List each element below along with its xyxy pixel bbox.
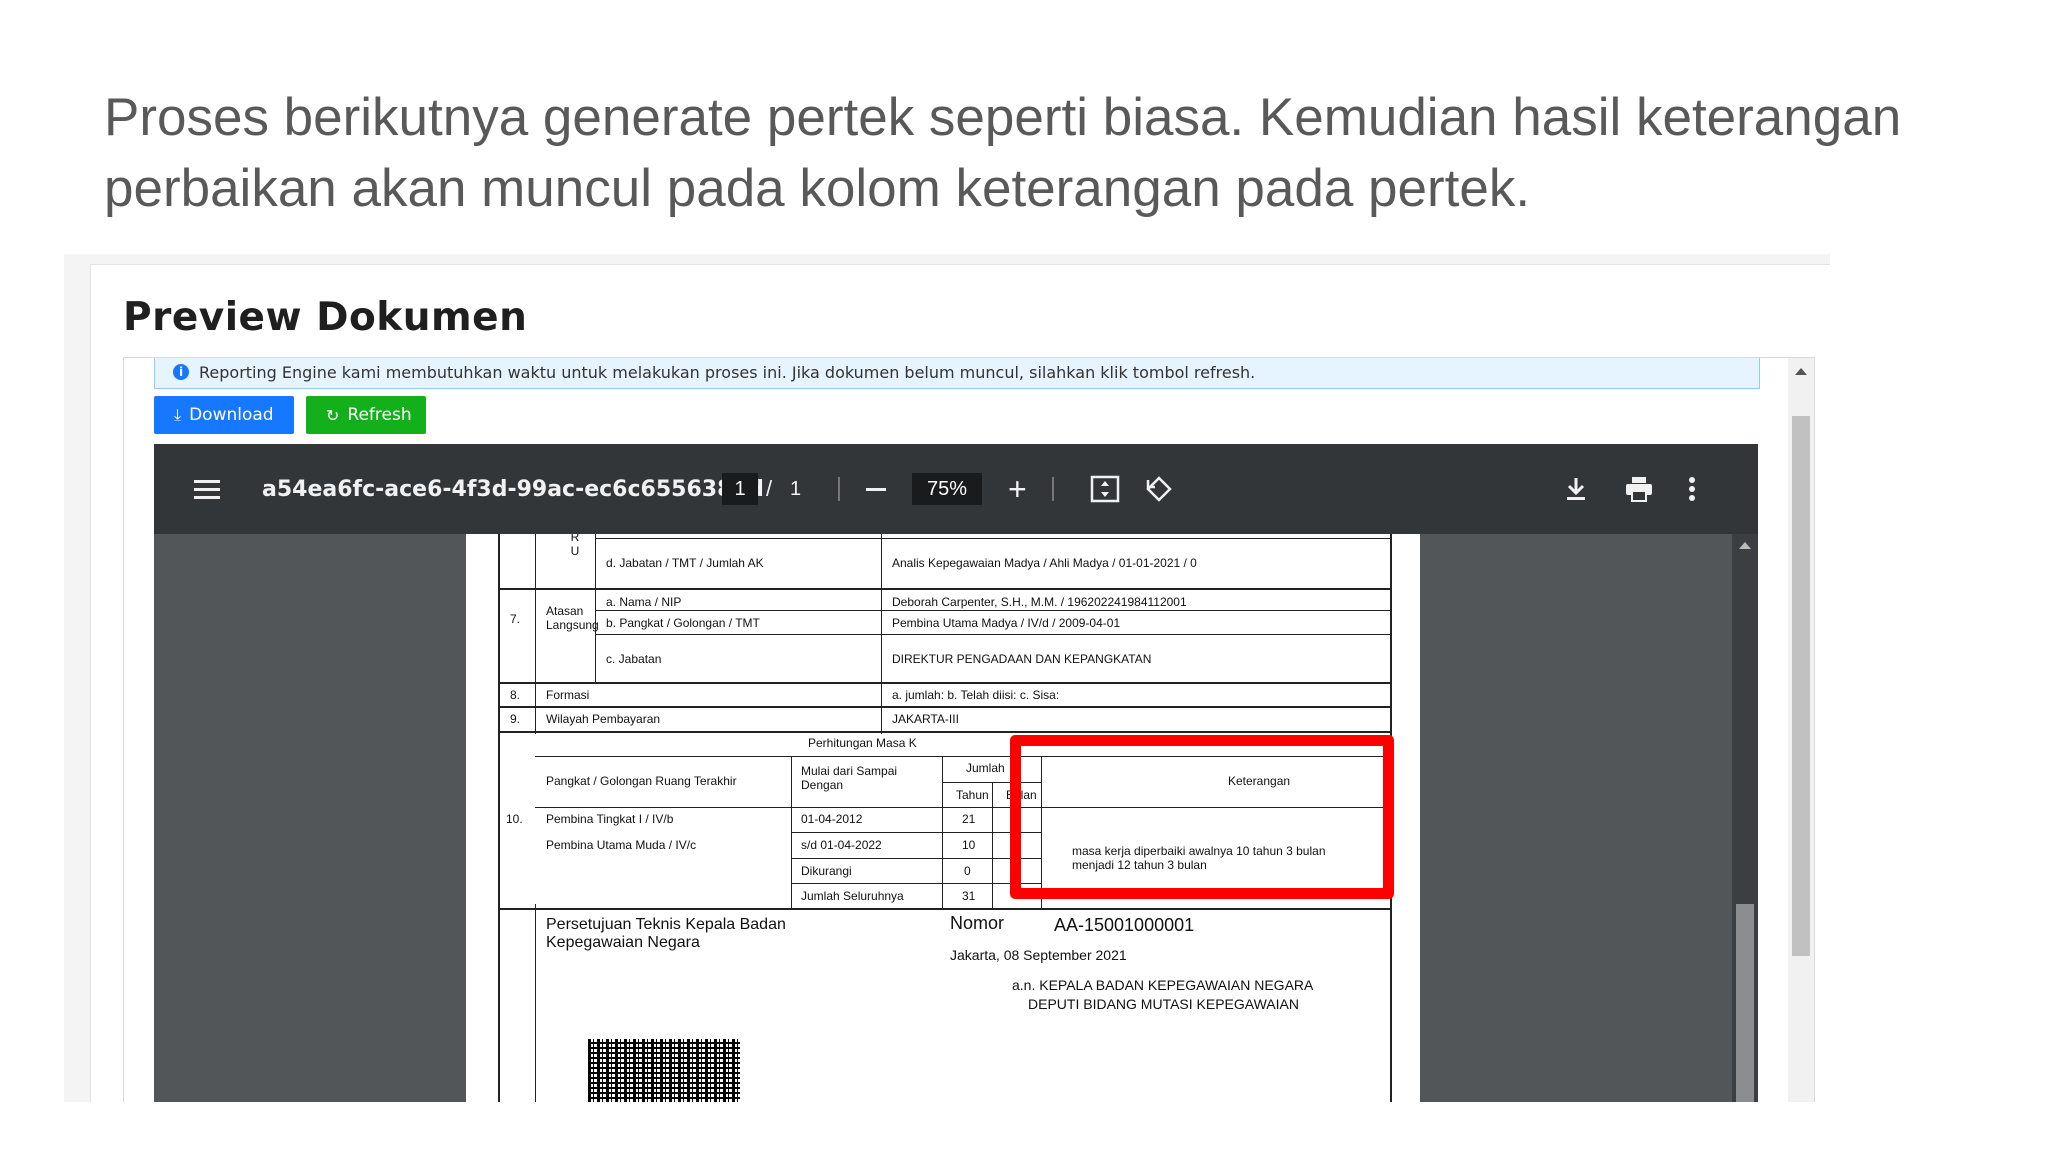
masa-row-pangkat: Pembina Tingkat I / IV/b [546,812,674,826]
plus-icon[interactable]: + [1008,444,1027,534]
masa-row-tanggal: s/d 01-04-2022 [801,838,882,852]
value-jabatan: DIREKTUR PENGADAAN DAN KEPANGKATAN [892,652,1152,666]
masa-row-tahun: 21 [962,812,976,826]
scroll-thumb[interactable] [1792,416,1810,956]
row-number: 7. [510,612,521,626]
download-icon[interactable] [1564,444,1588,534]
pdf-toolbar: a54ea6fc-ace6-4f3d-99ac-ec6c655638bd 1 /… [154,444,1758,534]
scroll-up-icon[interactable] [1795,368,1807,375]
place-date: Jakarta, 08 September 2021 [950,947,1127,963]
field-pangkat: b. Pangkat / Golongan / TMT [606,616,760,630]
highlight-annotation [1010,735,1394,899]
page-total: 1 [790,477,802,500]
approval-title: Persetujuan Teknis Kepala Badan Kepegawa… [546,916,786,951]
masa-row-tahun: 31 [962,889,976,903]
alert-text: Reporting Engine kami membutuhkan waktu … [199,362,1256,382]
signer-line-1: a.n. KEPALA BADAN KEPEGAWAIAN NEGARA [1012,977,1314,993]
document-name: a54ea6fc-ace6-4f3d-99ac-ec6c655638bd [262,476,764,502]
refresh-button[interactable]: ↻ Refresh [306,396,426,434]
masa-row-pangkat: Pembina Utama Muda / IV/c [546,838,697,852]
info-alert: i Reporting Engine kami membutuhkan wakt… [154,358,1760,389]
nomor-value: AA-15001000001 [1054,915,1195,935]
signer-line-2: DEPUTI BIDANG MUTASI KEPEGAWAIAN [1028,996,1299,1012]
slide-heading: Proses berikutnya generate pertek sepert… [104,88,1902,218]
screenshot: Preview Dokumen i Reporting Engine kami … [64,254,1830,1102]
nomor-label: Nomor [950,913,1005,933]
info-icon: i [173,364,189,380]
download-label: Download [189,405,274,425]
row-value: JAKARTA-III [892,712,959,726]
masa-row-tahun: 0 [964,864,971,878]
card-title: Preview Dokumen [123,295,528,340]
preview-card: Preview Dokumen i Reporting Engine kami … [90,264,1830,1102]
field-jabatan-tmt: d. Jabatan / TMT / Jumlah AK [606,556,764,570]
value-nama: Deborah Carpenter, S.H., M.M. / 19620224… [892,595,1187,609]
refresh-label: Refresh [347,405,412,425]
row-label: Formasi [546,688,590,702]
field-jabatan: c. Jabatan [606,652,662,666]
toolbar-divider [838,477,840,501]
pdf-viewer: a54ea6fc-ace6-4f3d-99ac-ec6c655638bd 1 /… [154,444,1758,1102]
page-separator: / [766,476,773,501]
header-pangkat: Pangkat / Golongan Ruang Terakhir [546,774,737,788]
menu-icon[interactable] [194,444,220,534]
preview-frame: i Reporting Engine kami membutuhkan wakt… [123,357,1815,1102]
row-fragment: R U [570,534,580,558]
rotate-icon[interactable] [1144,444,1174,534]
row-label: Wilayah Pembayaran [546,712,661,726]
more-icon[interactable] [1688,444,1696,534]
minus-icon[interactable] [866,444,886,534]
row-number: 9. [510,712,521,726]
value-jabatan-tmt: Analis Kepegawaian Madya / Ahli Madya / … [892,556,1197,570]
page-number-input[interactable]: 1 [722,473,758,505]
masa-row-tanggal: 01-04-2012 [801,812,863,826]
section-title: Perhitungan Masa K [808,736,917,750]
print-icon[interactable] [1624,444,1654,534]
zoom-input[interactable]: 75% [912,473,982,505]
refresh-icon: ↻ [326,405,340,425]
value-pangkat: Pembina Utama Madya / IV/d / 2009-04-01 [892,616,1121,630]
scroll-up-icon[interactable] [1739,542,1751,549]
qr-code [588,1039,740,1102]
download-button[interactable]: ⤓ Download [154,396,294,434]
toolbar-divider [1052,477,1054,501]
header-mulai: Mulai dari Sampai Dengan [801,764,898,792]
row-label: Atasan Langsung [546,604,599,632]
row-number: 10. [506,812,523,826]
row-value: a. jumlah: b. Telah diisi: c. Sisa: [892,688,1060,702]
header-tahun: Tahun [956,788,989,802]
download-icon: ⤓ [174,405,182,424]
masa-row-tahun: 10 [962,838,976,852]
frame-scrollbar[interactable] [1788,358,1814,1102]
masa-row-tanggal: Dikurangi [801,864,852,878]
pdf-scrollbar[interactable] [1732,534,1758,1102]
field-nama: a. Nama / NIP [606,595,682,609]
scroll-thumb[interactable] [1736,904,1754,1102]
masa-row-tanggal: Jumlah Seluruhnya [801,889,904,903]
row-number: 8. [510,688,521,702]
header-jumlah: Jumlah [966,761,1005,775]
fit-page-icon[interactable] [1090,444,1120,534]
